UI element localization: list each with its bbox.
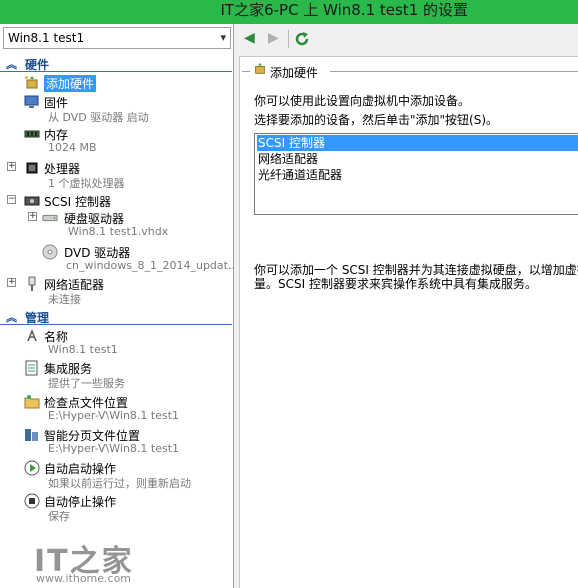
collapse-minus-icon[interactable]: − bbox=[7, 195, 16, 204]
tree-item-detail: 提供了一些服务 bbox=[48, 377, 125, 390]
tree-item-integration-services[interactable]: 集成服务 提供了一些服务 bbox=[0, 360, 232, 390]
tree-item-detail: cn_windows_8_1_2014_updat... bbox=[66, 259, 239, 272]
title-bar: IT之家6-PC 上 Win8.1 test1 的设置 bbox=[0, 0, 578, 24]
tree-item-dvd-drive[interactable]: DVD 驱动器 cn_windows_8_1_2014_updat... bbox=[0, 244, 238, 274]
toolbar-separator bbox=[288, 30, 289, 48]
arrow-left-icon[interactable]: ◀ bbox=[244, 30, 255, 46]
firmware-icon bbox=[24, 95, 39, 108]
tree-item-auto-stop[interactable]: 自动停止操作 保存 bbox=[0, 493, 232, 523]
refresh-icon[interactable] bbox=[294, 31, 310, 47]
tree-item-detail: 未连接 bbox=[48, 293, 81, 306]
tree-item-name[interactable]: 名称 Win8.1 test1 bbox=[0, 328, 232, 358]
tree-item-detail: E:\Hyper-V\Win8.1 test1 bbox=[48, 442, 180, 455]
tree-item-add-hardware[interactable]: 添加硬件 bbox=[0, 75, 232, 92]
device-option-network[interactable]: 网络适配器 bbox=[257, 151, 578, 167]
tree-item-detail: Win8.1 test1 bbox=[48, 343, 118, 356]
tree-item-smart-paging-location[interactable]: 智能分页文件位置 E:\Hyper-V\Win8.1 test1 bbox=[0, 427, 232, 457]
smart-paging-icon bbox=[25, 429, 38, 441]
auto-stop-icon bbox=[24, 493, 40, 509]
tree-item-detail: 如果以前运行过，则重新启动 bbox=[48, 477, 191, 490]
tree-item-detail: 1024 MB bbox=[48, 141, 97, 154]
tree-item-label: SCSI 控制器 bbox=[44, 195, 111, 209]
section-management-label: 管理 bbox=[25, 311, 50, 325]
tree-item-hard-drive[interactable]: + 硬盘驱动器 Win8.1 test1.vhdx bbox=[0, 210, 232, 240]
device-description-line: 量。SCSI 控制器要求来宾操作系统中具有集成服务。 bbox=[254, 277, 537, 291]
tree-item-detail: Win8.1 test1.vhdx bbox=[68, 225, 169, 238]
auto-start-icon bbox=[24, 460, 40, 476]
processor-icon bbox=[26, 162, 38, 174]
device-description-line: 你可以添加一个 SCSI 控制器并为其连接虚拟硬盘，以增加虚拟 bbox=[254, 263, 578, 277]
group-border bbox=[242, 71, 250, 72]
device-listbox[interactable]: SCSI 控制器 网络适配器 光纤通道适配器 bbox=[254, 133, 578, 215]
tree-item-memory[interactable]: 内存 1024 MB bbox=[0, 126, 232, 156]
add-hardware-panel: 添加硬件 你可以使用此设置向虚拟机中添加设备。 选择要添加的设备，然后单击"添加… bbox=[239, 56, 578, 588]
tree-item-auto-start[interactable]: 自动启动操作 如果以前运行过，则重新启动 bbox=[0, 460, 232, 490]
tree-item-detail: 保存 bbox=[48, 510, 70, 523]
scsi-controller-icon bbox=[24, 196, 40, 206]
add-hardware-icon bbox=[255, 62, 265, 74]
tree-item-detail: 从 DVD 驱动器 启动 bbox=[48, 111, 149, 124]
panel-title: 添加硬件 bbox=[270, 66, 319, 80]
settings-detail-pane: ◀ ▶ 添加硬件 你可以使用此设置向虚拟机中添加设备。 选择要添加的设备，然后单… bbox=[236, 24, 578, 588]
tree-item-label: 添加硬件 bbox=[44, 75, 97, 92]
device-description: 你可以添加一个 SCSI 控制器并为其连接虚拟硬盘，以增加虚拟 量。SCSI 控… bbox=[254, 263, 578, 291]
watermark-url: www.ithome.com bbox=[36, 572, 132, 585]
integration-services-icon bbox=[25, 360, 38, 376]
tree-item-network-adapter[interactable]: + 网络适配器 未连接 bbox=[0, 276, 232, 306]
expand-plus-icon[interactable]: + bbox=[7, 162, 16, 171]
collapse-chevron-icon[interactable]: ︽ bbox=[6, 309, 17, 325]
tree-item-detail: 1 个虚拟处理器 bbox=[48, 177, 125, 190]
hard-drive-icon bbox=[42, 214, 58, 222]
checkpoint-folder-icon bbox=[24, 395, 40, 409]
navigation-toolbar: ◀ ▶ bbox=[236, 24, 578, 54]
network-adapter-icon bbox=[28, 276, 36, 291]
dvd-drive-icon bbox=[42, 244, 58, 260]
device-option-scsi[interactable]: SCSI 控制器 bbox=[257, 135, 578, 151]
expand-plus-icon[interactable]: + bbox=[28, 212, 37, 221]
panel-instruction-text: 选择要添加的设备，然后单击"添加"按钮(S)。 bbox=[254, 113, 499, 127]
chevron-down-icon[interactable]: ▾ bbox=[220, 31, 226, 44]
vm-selector-dropdown[interactable]: Win8.1 test1 ▾ bbox=[3, 27, 231, 49]
add-hardware-icon bbox=[25, 76, 38, 89]
tree-item-scsi-controller[interactable]: − SCSI 控制器 bbox=[0, 193, 232, 210]
tree-item-firmware[interactable]: 固件 从 DVD 驱动器 启动 bbox=[0, 94, 232, 124]
settings-tree-pane: Win8.1 test1 ▾ ︽ 硬件 添加硬件 固件 从 DVD 驱动器 启动 bbox=[0, 24, 238, 588]
section-management[interactable]: ︽ 管理 bbox=[0, 309, 232, 325]
section-hardware-label: 硬件 bbox=[25, 58, 50, 72]
name-icon bbox=[27, 328, 37, 342]
tree-item-processor[interactable]: + 处理器 1 个虚拟处理器 bbox=[0, 160, 232, 190]
tree-item-checkpoint-location[interactable]: 检查点文件位置 E:\Hyper-V\Win8.1 test1 bbox=[0, 394, 232, 424]
tree-item-detail: E:\Hyper-V\Win8.1 test1 bbox=[48, 409, 180, 422]
panel-intro-text: 你可以使用此设置向虚拟机中添加设备。 bbox=[254, 94, 471, 108]
window-title: IT之家6-PC 上 Win8.1 test1 的设置 bbox=[220, 1, 468, 19]
group-border bbox=[330, 71, 578, 72]
vm-selector-value: Win8.1 test1 bbox=[8, 31, 85, 45]
arrow-right-icon[interactable]: ▶ bbox=[268, 30, 279, 46]
device-option-fibre-channel[interactable]: 光纤通道适配器 bbox=[257, 167, 578, 183]
memory-icon bbox=[24, 130, 40, 138]
section-hardware[interactable]: ︽ 硬件 bbox=[0, 56, 232, 72]
collapse-chevron-icon[interactable]: ︽ bbox=[6, 56, 17, 72]
expand-plus-icon[interactable]: + bbox=[7, 278, 16, 287]
